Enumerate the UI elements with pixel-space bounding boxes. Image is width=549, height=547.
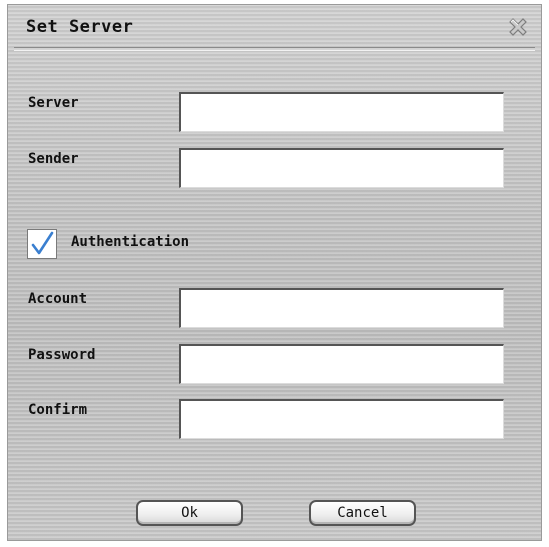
dialog-title: Set Server xyxy=(26,17,134,37)
sender-input[interactable] xyxy=(179,148,504,188)
confirm-label: Confirm xyxy=(28,402,88,418)
checkmark-icon xyxy=(31,231,54,255)
authentication-label: Authentication xyxy=(71,234,190,250)
cancel-button[interactable]: Cancel xyxy=(309,500,416,526)
close-icon xyxy=(509,18,527,36)
server-label: Server xyxy=(28,95,79,111)
authentication-checkbox[interactable] xyxy=(27,229,57,259)
server-input[interactable] xyxy=(179,92,504,132)
password-input[interactable] xyxy=(179,344,504,384)
set-server-dialog: Set Server Server Sender Authentication … xyxy=(7,4,542,541)
account-input[interactable] xyxy=(179,288,504,328)
password-label: Password xyxy=(28,347,96,363)
ok-button[interactable]: Ok xyxy=(136,500,243,526)
title-separator xyxy=(14,47,535,51)
account-label: Account xyxy=(28,291,88,307)
confirm-input[interactable] xyxy=(179,399,504,439)
close-button[interactable] xyxy=(505,14,531,40)
sender-label: Sender xyxy=(28,151,79,167)
